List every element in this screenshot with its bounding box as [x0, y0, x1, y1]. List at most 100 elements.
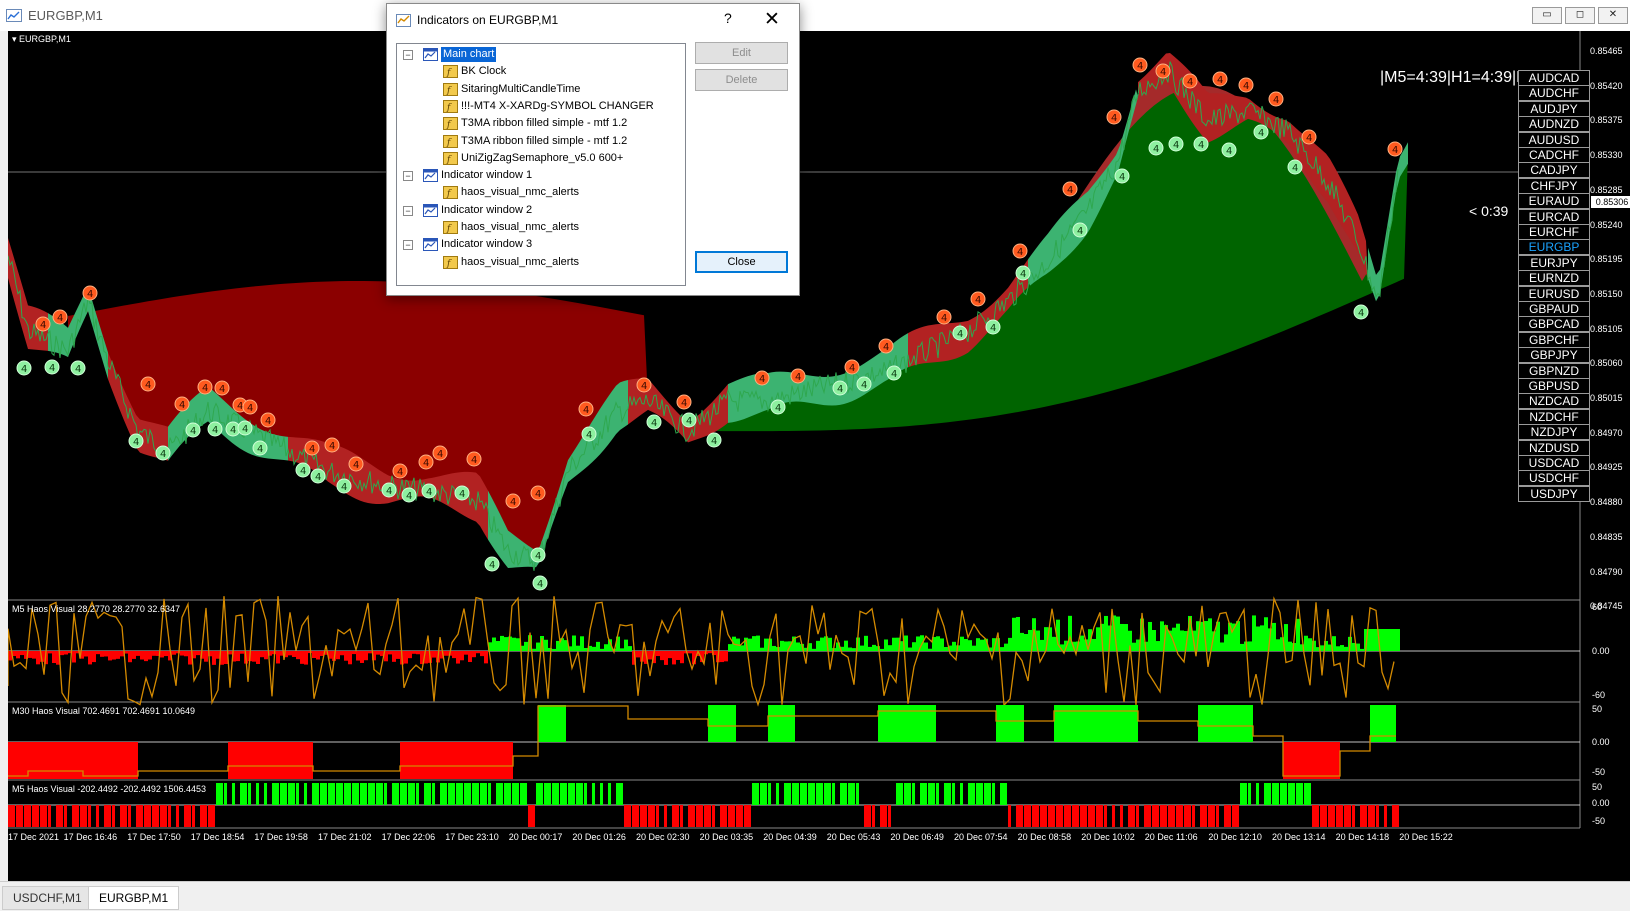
histogram-bar — [668, 651, 672, 659]
tree-indicator-node[interactable]: haos_visual_nmc_alerts — [461, 220, 579, 235]
histogram-bar — [180, 651, 184, 656]
semaphore-low-label: 4 — [1226, 146, 1232, 157]
chart-canvas[interactable]: 4 4 4 4 4 4 4 4 4 4 4 4 4 4 4 4 4 4 4 4 4 4 4 4 4 4 4 4 4 4 4 4 4 4 4 4 4 4 4 4… — [8, 31, 1630, 881]
semaphore-low-label: 4 — [651, 418, 657, 429]
symbol-button-gbpchf[interactable]: GBPCHF — [1518, 331, 1590, 348]
close-button[interactable]: Close — [695, 251, 788, 273]
symbol-button-eurcad[interactable]: EURCAD — [1518, 208, 1590, 225]
histogram-bar — [912, 783, 915, 805]
histogram-bar — [816, 640, 820, 651]
collapse-toggle-icon[interactable]: − — [403, 50, 413, 60]
symbol-button-gbpcad[interactable]: GBPCAD — [1518, 316, 1590, 333]
histogram-bar — [128, 805, 131, 827]
symbol-button-audnzd[interactable]: AUDNZD — [1518, 116, 1590, 133]
tab-usdchf[interactable]: USDCHF,M1 — [2, 886, 93, 910]
histogram-bar — [1020, 632, 1024, 651]
histogram-bar — [784, 783, 791, 805]
subwindow-2-label: M30 Haos Visual 702.4691 702.4691 10.064… — [12, 706, 195, 716]
histogram-bar — [32, 805, 39, 827]
restore-button[interactable]: ◻ — [1565, 7, 1595, 24]
edit-button[interactable]: Edit — [695, 42, 788, 64]
symbol-button-eurnzd[interactable]: EURNZD — [1518, 270, 1590, 287]
histogram-bar — [1296, 618, 1300, 651]
tree-indicator-node[interactable]: T3MA ribbon filled simple - mtf 1.2 — [461, 116, 627, 131]
semaphore-low-label: 4 — [535, 551, 541, 562]
slow-ribbon-bear-area — [68, 281, 648, 561]
tree-window-node[interactable]: Indicator window 1 — [441, 168, 532, 183]
collapse-toggle-icon[interactable]: − — [403, 205, 413, 216]
symbol-button-gbpusd[interactable]: GBPUSD — [1518, 378, 1590, 394]
symbol-button-nzdchf[interactable]: NZDCHF — [1518, 408, 1590, 425]
semaphore-high-label: 4 — [1243, 81, 1249, 92]
semaphore-high-label: 4 — [759, 374, 765, 385]
tab-eurgbp[interactable]: EURGBP,M1 — [88, 886, 180, 910]
symbol-button-euraud[interactable]: EURAUD — [1518, 193, 1590, 210]
dialog-close-icon[interactable]: ✕ — [764, 8, 780, 31]
symbol-button-eurusd[interactable]: EURUSD — [1518, 285, 1590, 302]
symbol-button-audcad[interactable]: AUDCAD — [1518, 70, 1590, 86]
close-window-button[interactable]: ✕ — [1598, 7, 1628, 24]
dropdown-arrow-icon[interactable]: ▾ — [12, 34, 17, 44]
symbol-button-nzdjpy[interactable]: NZDJPY — [1518, 424, 1590, 441]
symbol-button-gbpnzd[interactable]: GBPNZD — [1518, 362, 1590, 379]
histogram-bar — [456, 783, 463, 805]
histogram-bar — [260, 651, 264, 658]
symbol-button-nzdcad[interactable]: NZDCAD — [1518, 393, 1590, 410]
chart-window[interactable]: 4 4 4 4 4 4 4 4 4 4 4 4 4 4 4 4 4 4 4 4 4 4 4 4 4 4 4 4 4 4 4 4 4 4 4 4 4 4 4 4… — [8, 31, 1630, 881]
symbol-button-audjpy[interactable]: AUDJPY — [1518, 100, 1590, 117]
indicator-icon: f — [443, 134, 458, 148]
histogram-bar — [1080, 805, 1087, 827]
symbol-button-gbpaud[interactable]: GBPAUD — [1518, 301, 1590, 317]
semaphore-low-label: 4 — [190, 426, 196, 437]
tree-window-node[interactable]: Main chart — [441, 47, 497, 62]
tree-indicator-node[interactable]: BK Clock — [461, 64, 506, 79]
tree-window-node[interactable]: Indicator window 2 — [441, 203, 532, 218]
tree-window-node[interactable]: Indicator window 3 — [441, 237, 532, 252]
fast-ribbon-segment — [8, 238, 48, 351]
symbol-button-audchf[interactable]: AUDCHF — [1518, 85, 1590, 102]
histogram-bar — [688, 651, 692, 654]
histogram-bar — [1112, 805, 1115, 827]
tree-indicator-node[interactable]: T3MA ribbon filled simple - mtf 1.2 — [461, 134, 627, 149]
tree-indicator-node[interactable]: UniZigZagSemaphore_v5.0 600+ — [461, 151, 623, 166]
histogram-bar — [296, 783, 299, 805]
histogram-bar — [1308, 638, 1312, 651]
tree-indicator-node[interactable]: SitaringMultiCandleTime — [461, 82, 580, 97]
histogram-bar — [1296, 783, 1303, 805]
symbol-button-gbpjpy[interactable]: GBPJPY — [1518, 347, 1590, 364]
histogram-bar — [892, 637, 896, 651]
symbol-button-eurjpy[interactable]: EURJPY — [1518, 254, 1590, 271]
help-button[interactable]: ? — [724, 10, 732, 26]
tree-indicator-node[interactable]: haos_visual_nmc_alerts — [461, 185, 579, 200]
time-tick: 17 Dec 22:06 — [381, 832, 436, 842]
symbol-button-audusd[interactable]: AUDUSD — [1518, 131, 1590, 148]
histogram-bar — [780, 640, 784, 651]
symbol-button-cadjpy[interactable]: CADJPY — [1518, 162, 1590, 179]
collapse-toggle-icon[interactable]: − — [403, 171, 413, 182]
tree-indicator-node[interactable]: haos_visual_nmc_alerts — [461, 255, 579, 270]
histogram-bar — [752, 783, 759, 805]
symbol-button-eurgbp[interactable]: EURGBP — [1518, 239, 1590, 256]
delete-button[interactable]: Delete — [695, 69, 788, 91]
histogram-bar — [660, 651, 664, 661]
semaphore-high-label: 4 — [583, 405, 589, 416]
histogram-bar — [572, 635, 576, 651]
symbol-button-eurchf[interactable]: EURCHF — [1518, 224, 1590, 240]
minimize-button[interactable]: ▭ — [1532, 7, 1562, 24]
collapse-toggle-icon[interactable]: − — [403, 240, 413, 251]
price-tick: 0.85375 — [1590, 115, 1623, 126]
histogram-bar — [476, 651, 480, 654]
symbol-button-cadchf[interactable]: CADCHF — [1518, 147, 1590, 163]
symbol-button-usdchf[interactable]: USDCHF — [1518, 470, 1590, 487]
semaphore-high-label: 4 — [237, 401, 243, 412]
histogram-bar — [576, 783, 583, 805]
time-tick: 20 Dec 14:18 — [1335, 832, 1390, 842]
tree-indicator-node[interactable]: !!!-MT4 X-XARDg-SYMBOL CHANGER — [461, 99, 654, 114]
symbol-button-nzdusd[interactable]: NZDUSD — [1518, 439, 1590, 456]
price-tick: 0.85465 — [1590, 46, 1623, 56]
symbol-button-usdcad[interactable]: USDCAD — [1518, 455, 1590, 471]
symbol-button-chfjpy[interactable]: CHFJPY — [1518, 177, 1590, 194]
indicator-tree[interactable]: − Main chart f BK Clock f SitaringMultiCandle… — [396, 43, 686, 286]
semaphore-low-label: 4 — [257, 444, 263, 455]
symbol-button-usdjpy[interactable]: USDJPY — [1518, 485, 1590, 502]
